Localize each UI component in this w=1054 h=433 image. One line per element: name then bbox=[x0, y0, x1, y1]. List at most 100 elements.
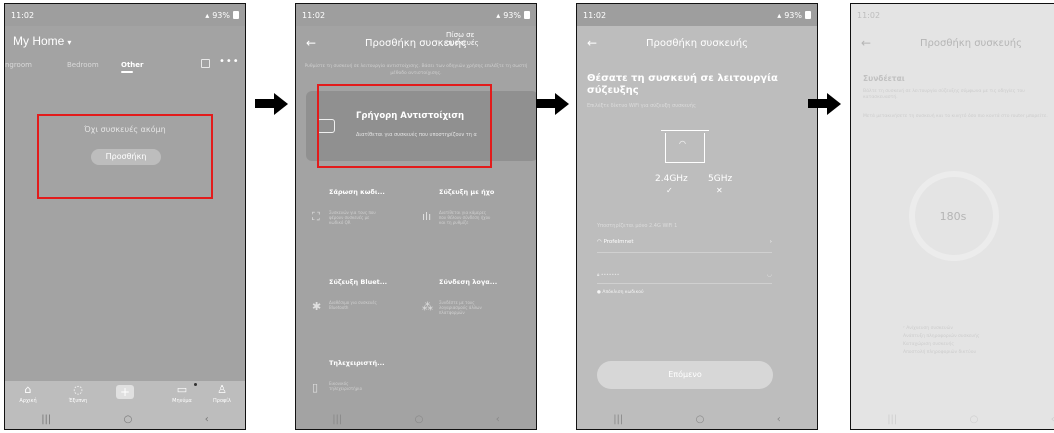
option-sound-pairing[interactable]: Σύζευξη με ήχο ılı Διατίθεται για κάμερε… bbox=[412, 188, 522, 268]
band-24ghz-label: 2.4GHz bbox=[655, 174, 688, 184]
status-time: 11:02 bbox=[583, 10, 607, 20]
phone-screen-add-device: 11:02 ▴ 93% ← Προσθήκη συσκευής Πίσω σε … bbox=[295, 3, 537, 430]
battery-icon bbox=[233, 11, 239, 19]
back-chevron-icon[interactable]: ‹ bbox=[496, 414, 500, 425]
back-chevron-icon[interactable]: ‹ bbox=[205, 414, 209, 425]
password-value: ••••••• bbox=[600, 273, 620, 278]
home-circle-icon[interactable]: ○ bbox=[970, 414, 979, 425]
pairing-steps: ◜ Ανίχνευση συσκευών Ανάπτυξη πληροφοριώ… bbox=[903, 325, 980, 357]
band-5ghz-label: 5GHz bbox=[708, 174, 733, 184]
divider bbox=[597, 283, 772, 284]
step-item: Καταχώριση συσκευής bbox=[903, 342, 954, 347]
status-bar: 11:02 ▴ 93% bbox=[296, 4, 536, 26]
recent-apps-icon[interactable]: ||| bbox=[887, 414, 897, 425]
status-bar: 11:02 93% bbox=[851, 4, 1054, 26]
home-content: My Home ▾ ingroom Bedroom Other ••• Όχι σ… bbox=[5, 26, 245, 381]
option-scan-qr[interactable]: Σάρωση κωδι... ⛶ Συσκευών για τους που φ… bbox=[302, 188, 412, 268]
home-circle-icon[interactable]: ○ bbox=[124, 414, 133, 425]
forgot-password-link[interactable]: ● Απόκλιση κωδικού bbox=[597, 290, 644, 295]
page-title: Προσθήκη συσκευής bbox=[365, 38, 467, 49]
recent-apps-icon[interactable]: ||| bbox=[613, 414, 623, 425]
nav-home[interactable]: ⌂ Αρχική bbox=[11, 383, 45, 405]
instruction-text: Ρυθμίστε τη συσκευή σε λειτουργία αντιστ… bbox=[304, 64, 528, 76]
option-account-link[interactable]: Σύνδεση λογα... ⁂ Συνδέστε με τους λογαρ… bbox=[412, 278, 522, 358]
home-circle-icon[interactable]: ○ bbox=[415, 414, 424, 425]
pairing-subtitle: Επιλέξτε δίκτυο WiFi για σύζευξη συσκευή… bbox=[587, 103, 696, 109]
overlapping-label: Πίσω σε συσκευές bbox=[446, 31, 479, 47]
wifi-note: Υποστηρίζεται μόνο 2.4G WiFi 1 bbox=[597, 223, 678, 229]
home-circle-icon[interactable]: ○ bbox=[696, 414, 705, 425]
status-bar: 11:02 ▴ 93% bbox=[577, 4, 817, 26]
recent-apps-icon[interactable]: ||| bbox=[332, 414, 342, 425]
header: ← Προσθήκη συσκευής bbox=[851, 36, 1054, 52]
header: ← Προσθήκη συσκευής Πίσω σε συσκευές bbox=[296, 31, 536, 52]
remote-icon: ▯ bbox=[312, 381, 319, 394]
status-time: 11:02 bbox=[302, 10, 326, 20]
nav-profile[interactable]: ♙ Προφίλ bbox=[205, 383, 239, 405]
chevron-right-icon: › bbox=[769, 239, 772, 245]
wifi-network-select[interactable]: ◠ Profelmnet › bbox=[597, 239, 772, 245]
tab-other[interactable]: Other bbox=[121, 61, 143, 73]
add-device-content: ← Προσθήκη συσκευής Πίσω σε συσκευές Ρυθ… bbox=[296, 26, 536, 429]
next-button[interactable]: Επόμενο bbox=[597, 361, 773, 389]
highlight-box bbox=[317, 84, 492, 168]
battery-text: 93% bbox=[212, 10, 230, 20]
router-icon bbox=[665, 133, 705, 163]
tab-underline bbox=[121, 71, 133, 73]
option-bluetooth[interactable]: Σύζευξη Bluet... ✱ Διαθέσιμο για συσκευέ… bbox=[302, 278, 412, 358]
instruction-paragraph: Βάλτε τη συσκευή σε λειτουργία σύζευξης … bbox=[863, 89, 1025, 100]
recent-apps-icon[interactable]: ||| bbox=[41, 414, 51, 425]
back-chevron-icon[interactable]: ‹ bbox=[777, 414, 781, 425]
signal-icon: ▴ bbox=[205, 10, 210, 20]
notification-dot bbox=[194, 383, 197, 386]
status-bar: 11:02 ▴ 93% bbox=[5, 4, 245, 26]
home-icon: ⌂ bbox=[24, 383, 32, 396]
eye-icon[interactable]: ◡ bbox=[767, 271, 772, 278]
wifi-pairing-content: ← Προσθήκη συσκευής Θέσατε τη συσκευή σε… bbox=[577, 26, 817, 429]
connecting-content: ← Προσθήκη συσκευής Συνδέεται Βάλτε τη σ… bbox=[851, 26, 1054, 429]
add-icon[interactable]: + bbox=[116, 385, 134, 399]
battery-text: 93% bbox=[503, 10, 521, 20]
profile-icon: ♙ bbox=[217, 383, 227, 396]
wifi-icon: ◠ bbox=[679, 139, 686, 148]
smart-icon: ◌ bbox=[73, 383, 83, 396]
highlight-box bbox=[37, 114, 213, 199]
cross-icon: ✕ bbox=[716, 186, 723, 195]
system-nav-bar: ||| ○ ‹ bbox=[851, 409, 1054, 429]
divider bbox=[597, 252, 772, 253]
battery-icon bbox=[805, 11, 811, 19]
signal-icon: ▴ bbox=[777, 10, 782, 20]
scan-icon: ⛶ bbox=[312, 210, 320, 223]
countdown-timer: 180s bbox=[939, 210, 967, 223]
battery-text: 93% bbox=[784, 10, 802, 20]
step-item: ◜ Ανίχνευση συσκευών bbox=[903, 326, 953, 331]
password-field[interactable]: 🔒︎ ••••••• ◡ bbox=[597, 271, 772, 278]
status-time: 11:02 bbox=[11, 10, 35, 20]
system-nav-bar: ||| ○ ‹ bbox=[577, 409, 817, 429]
bluetooth-icon: ✱ bbox=[312, 300, 322, 313]
system-nav-bar: ||| ○ ‹ bbox=[5, 409, 245, 429]
tab-bedroom[interactable]: Bedroom bbox=[67, 61, 99, 69]
check-icon: ✓ bbox=[666, 186, 673, 195]
nav-smart[interactable]: ◌ Έξυπνη bbox=[61, 383, 95, 405]
battery-icon bbox=[524, 11, 530, 19]
signal-icon: ▴ bbox=[496, 10, 501, 20]
grid-view-icon[interactable] bbox=[201, 59, 210, 68]
header: ← Προσθήκη συσκευής bbox=[577, 36, 817, 52]
phone-screen-connecting: 11:02 93% ← Προσθήκη συσκευής Συνδέεται … bbox=[850, 3, 1054, 430]
phone-screen-wifi-pairing: 11:02 ▴ 93% ← Προσθήκη συσκευής Θέσατε τ… bbox=[576, 3, 818, 430]
nav-messages[interactable]: ▭ Μηνύμα bbox=[165, 384, 199, 405]
wifi-network-name: Profelmnet bbox=[603, 239, 634, 245]
chevron-down-icon: ▾ bbox=[67, 38, 72, 47]
link-account-icon: ⁂ bbox=[422, 300, 433, 313]
more-options-icon[interactable]: ••• bbox=[219, 56, 240, 67]
tab-livingroom[interactable]: ingroom bbox=[5, 61, 32, 69]
page-title: Προσθήκη συσκευής bbox=[646, 38, 748, 49]
page-title: Προσθήκη συσκευής bbox=[920, 38, 1022, 49]
bottom-nav: ⌂ Αρχική ◌ Έξυπνη + ▭ Μηνύμα ♙ Προφίλ bbox=[5, 381, 245, 411]
home-title[interactable]: My Home ▾ bbox=[13, 34, 71, 48]
system-nav-bar: ||| ○ ‹ bbox=[296, 409, 536, 429]
step-item: Αποστολή πληροφοριών δικτύου bbox=[903, 350, 977, 355]
connecting-title: Συνδέεται bbox=[863, 74, 905, 83]
pairing-title: Θέσατε τη συσκευή σε λειτουργία σύζευξης bbox=[587, 73, 778, 96]
